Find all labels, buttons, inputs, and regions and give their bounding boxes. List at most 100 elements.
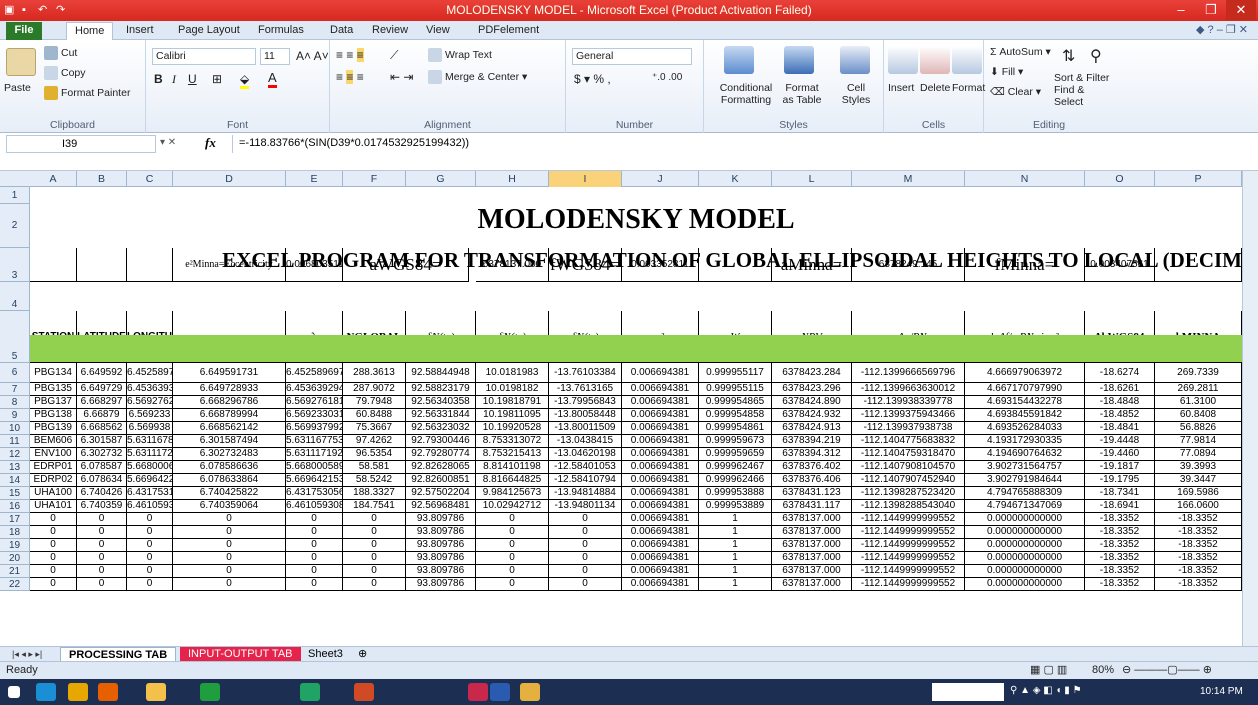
cell-r7-c6[interactable]: 287.9072	[343, 383, 406, 396]
tab-view[interactable]: View	[418, 22, 458, 40]
cell-r7-c1[interactable]: PBG135	[30, 383, 77, 396]
cell-r8-c16[interactable]: 61.3100	[1155, 396, 1242, 409]
cell-r6-c13[interactable]: -112.1399666569796	[852, 363, 965, 383]
cell-r15-c8[interactable]: 9.984125673	[476, 487, 549, 500]
cell-r15-c6[interactable]: 188.3327	[343, 487, 406, 500]
cell-r15-c1[interactable]: UHA100	[30, 487, 77, 500]
cell-r7-c4[interactable]: 6.649728933	[173, 383, 286, 396]
cell-r12-c10[interactable]: 0.006694381	[622, 448, 699, 461]
cell-r20-c5[interactable]: 0	[286, 552, 343, 565]
column-header-g[interactable]: G	[406, 171, 476, 187]
paint-icon[interactable]	[520, 683, 540, 701]
spreadsheet-grid[interactable]: ABCDEFGHIJKLMNOPQ 1234567891011121314151…	[0, 171, 1242, 646]
cell-r21-c3[interactable]: 0	[127, 565, 173, 578]
cell-r22-c4[interactable]: 0	[173, 578, 286, 591]
cell-r9-c6[interactable]: 60.8488	[343, 409, 406, 422]
cell-r8-c9[interactable]: -13.79956843	[549, 396, 622, 409]
cell-r17-c3[interactable]: 0	[127, 513, 173, 526]
cell-r13-c5[interactable]: 5.668000589	[286, 461, 343, 474]
cell-r13-c2[interactable]: 6.078587	[77, 461, 127, 474]
cell-r9-c4[interactable]: 6.668789994	[173, 409, 286, 422]
cell-r20-c10[interactable]: 0.006694381	[622, 552, 699, 565]
cell-r16-c11[interactable]: 0.999953889	[699, 500, 772, 513]
cell-r7-c3[interactable]: 6.4536393	[127, 383, 173, 396]
sort-find-button[interactable]: Sort & Filter Find & Select	[1054, 72, 1114, 108]
cell-r14-c7[interactable]: 92.82600851	[406, 474, 476, 487]
cell-r13-c10[interactable]: 0.006694381	[622, 461, 699, 474]
cell-r10-c13[interactable]: -112.139937938738	[852, 422, 965, 435]
cell-r12-c16[interactable]: 77.0894	[1155, 448, 1242, 461]
sheet-subtitle[interactable]: EXCEL PROGRAM FOR TRANSFORMATION OF GLOB…	[30, 248, 1242, 273]
cell-r6-c3[interactable]: 6.4525897	[127, 363, 173, 383]
underline-button[interactable]: U	[188, 72, 197, 86]
cell-r10-c10[interactable]: 0.006694381	[622, 422, 699, 435]
new-sheet-icon[interactable]: ⊕	[350, 647, 375, 662]
row-header-14[interactable]: 14	[0, 474, 30, 487]
cell-r15-c15[interactable]: -18.7341	[1085, 487, 1155, 500]
cell-r16-c6[interactable]: 184.7541	[343, 500, 406, 513]
column-header-b[interactable]: B	[77, 171, 127, 187]
cell-r16-c10[interactable]: 0.006694381	[622, 500, 699, 513]
font-name-select[interactable]: Calibri	[152, 48, 256, 65]
cell-r21-c1[interactable]: 0	[30, 565, 77, 578]
format-cells-icon[interactable]	[952, 46, 982, 74]
cell-r17-c16[interactable]: -18.3352	[1155, 513, 1242, 526]
cell-r19-c10[interactable]: 0.006694381	[622, 539, 699, 552]
cell-r9-c13[interactable]: -112.1399375943466	[852, 409, 965, 422]
cell-r19-c2[interactable]: 0	[77, 539, 127, 552]
cell-r8-c2[interactable]: 6.668297	[77, 396, 127, 409]
cell-r17-c5[interactable]: 0	[286, 513, 343, 526]
font-color-icon[interactable]: A	[268, 70, 277, 88]
cell-r13-c9[interactable]: -12.58401053	[549, 461, 622, 474]
cell-r9-c15[interactable]: -18.4852	[1085, 409, 1155, 422]
cell-r20-c15[interactable]: -18.3352	[1085, 552, 1155, 565]
wrap-text-button[interactable]: Wrap Text	[428, 48, 492, 62]
cell-r18-c3[interactable]: 0	[127, 526, 173, 539]
view-buttons-icon[interactable]: ▦ ▢ ▥	[1030, 663, 1067, 676]
cell-r14-c13[interactable]: -112.1407907452940	[852, 474, 965, 487]
cell-r10-c3[interactable]: 6.569938	[127, 422, 173, 435]
insert-button[interactable]: Insert	[888, 82, 914, 94]
cell-r14-c16[interactable]: 39.3447	[1155, 474, 1242, 487]
restore-button[interactable]: ❐	[1196, 0, 1226, 20]
cell-r8-c7[interactable]: 92.56340358	[406, 396, 476, 409]
cell-r18-c4[interactable]: 0	[173, 526, 286, 539]
copy-button[interactable]: Copy	[44, 66, 86, 80]
cell-r16-c16[interactable]: 166.0600	[1155, 500, 1242, 513]
cell-r13-c13[interactable]: -112.1407908104570	[852, 461, 965, 474]
cell-r22-c7[interactable]: 93.809786	[406, 578, 476, 591]
row-header-22[interactable]: 22	[0, 578, 30, 591]
cell-r17-c9[interactable]: 0	[549, 513, 622, 526]
cell-r12-c7[interactable]: 92.79280774	[406, 448, 476, 461]
cell-r8-c12[interactable]: 6378424.890	[772, 396, 852, 409]
cell-r14-c2[interactable]: 6.078634	[77, 474, 127, 487]
cell-r13-c16[interactable]: 39.3993	[1155, 461, 1242, 474]
zoom-level[interactable]: 80%	[1092, 664, 1114, 676]
cell-r21-c10[interactable]: 0.006694381	[622, 565, 699, 578]
cell-r13-c1[interactable]: EDRP01	[30, 461, 77, 474]
cell-r20-c16[interactable]: -18.3352	[1155, 552, 1242, 565]
row-header-13[interactable]: 13	[0, 461, 30, 474]
decimal-icon[interactable]: ⁺.0 .00	[652, 72, 682, 83]
cell-r12-c3[interactable]: 5.6311172	[127, 448, 173, 461]
cell-r19-c3[interactable]: 0	[127, 539, 173, 552]
cell-r22-c2[interactable]: 0	[77, 578, 127, 591]
cell-r7-c2[interactable]: 6.649729	[77, 383, 127, 396]
row-header-11[interactable]: 11	[0, 435, 30, 448]
cell-r21-c7[interactable]: 93.809786	[406, 565, 476, 578]
cell-r6-c1[interactable]: PBG134	[30, 363, 77, 383]
cell-r17-c8[interactable]: 0	[476, 513, 549, 526]
zoom-slider[interactable]: ⊖ ———▢—— ⊕	[1122, 663, 1212, 676]
cell-r16-c2[interactable]: 6.740359	[77, 500, 127, 513]
help-icon[interactable]: ◆ ? – ❐ ✕	[1196, 23, 1248, 36]
cell-r11-c9[interactable]: -13.0438415	[549, 435, 622, 448]
row-header-19[interactable]: 19	[0, 539, 30, 552]
cell-r18-c15[interactable]: -18.3352	[1085, 526, 1155, 539]
cell-r15-c9[interactable]: -13.94814884	[549, 487, 622, 500]
cell-r21-c5[interactable]: 0	[286, 565, 343, 578]
cell-r22-c9[interactable]: 0	[549, 578, 622, 591]
cell-r10-c9[interactable]: -13.80011509	[549, 422, 622, 435]
cell-r11-c5[interactable]: 5.631167753	[286, 435, 343, 448]
column-header-n[interactable]: N	[965, 171, 1085, 187]
cell-r16-c14[interactable]: 4.794671347069	[965, 500, 1085, 513]
